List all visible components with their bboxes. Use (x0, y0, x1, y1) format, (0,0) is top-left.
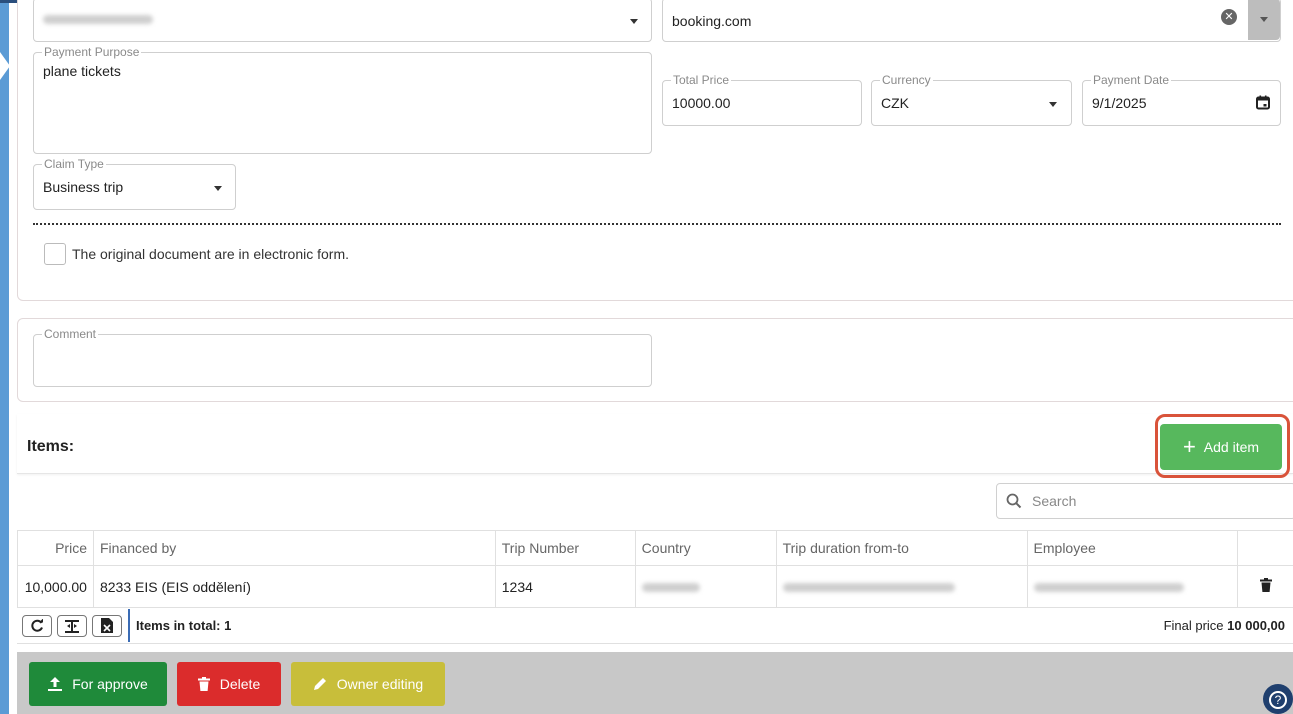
for-approve-label: For approve (72, 676, 148, 692)
final-price-label: Final price (1163, 618, 1224, 633)
cell-actions (1237, 565, 1293, 608)
column-header-employee[interactable]: Employee (1026, 530, 1238, 566)
electronic-form-label: The original document are in electronic … (72, 246, 350, 262)
payment-purpose-value: plane tickets (43, 63, 121, 79)
chevron-down-icon (630, 19, 638, 24)
column-chooser-button[interactable] (57, 615, 87, 637)
delete-label: Delete (219, 676, 261, 692)
supplier-select[interactable] (33, 0, 652, 42)
column-header-trip-duration[interactable]: Trip duration from-to (775, 530, 1028, 566)
claim-type-label: Claim Type (42, 157, 106, 171)
claim-type-value: Business trip (43, 179, 124, 195)
cell-price: 10,000.00 (17, 565, 94, 608)
pencil-icon (313, 678, 326, 690)
total-price-value: 10000.00 (672, 95, 731, 111)
items-header: Items: (17, 414, 1293, 474)
country-value-blurred (641, 582, 700, 592)
final-price-value: 10 000,00 (1227, 618, 1285, 633)
refresh-button[interactable] (22, 615, 52, 637)
electronic-form-checkbox[interactable] (44, 243, 66, 265)
help-button[interactable]: ? (1263, 684, 1293, 714)
table-header-row: Price Financed by Trip Number Country Tr… (17, 530, 1293, 566)
chevron-down-icon (1260, 17, 1268, 22)
column-header-price[interactable]: Price (17, 530, 94, 566)
payment-date-label: Payment Date (1091, 73, 1172, 87)
vendor-value: booking.com (672, 13, 752, 29)
items-total-text: Items in total: 1 (136, 618, 232, 633)
column-header-trip-number[interactable]: Trip Number (494, 530, 636, 566)
excel-export-icon (101, 618, 113, 633)
cell-trip-number: 1234 (494, 565, 636, 608)
action-bar: For approve Delete Owner editing (17, 652, 1293, 714)
employee-value-blurred (1033, 582, 1184, 592)
cell-financed-by: 8233 EIS (EIS oddělení) (92, 565, 496, 608)
payment-purpose-field[interactable]: Payment Purpose plane tickets (33, 46, 652, 154)
comment-field[interactable]: Comment (33, 328, 652, 387)
cell-trip-duration (775, 565, 1028, 608)
currency-label: Currency (880, 73, 933, 87)
chevron-down-icon (1049, 102, 1057, 107)
add-item-button[interactable]: + Add item (1160, 424, 1282, 470)
items-table: Price Financed by Trip Number Country Tr… (17, 530, 1293, 608)
section-divider (33, 223, 1281, 225)
owner-editing-button[interactable]: Owner editing (291, 662, 445, 706)
supplier-value-blurred (43, 15, 153, 24)
final-price: Final price 10 000,00 (1164, 618, 1285, 633)
search-box[interactable] (996, 483, 1293, 519)
payment-date-value: 9/1/2025 (1092, 95, 1147, 111)
excel-export-button[interactable] (92, 615, 122, 637)
currency-select[interactable]: Currency CZK (871, 74, 1072, 126)
cell-employee (1026, 565, 1238, 608)
help-icon: ? (1269, 691, 1287, 709)
trash-icon (197, 677, 210, 691)
footer-divider (128, 609, 130, 642)
refresh-icon (31, 618, 43, 632)
left-notch (0, 52, 10, 80)
delete-button[interactable]: Delete (177, 662, 281, 706)
comment-label: Comment (42, 327, 99, 341)
cell-country (634, 565, 777, 608)
trash-icon[interactable] (1259, 578, 1272, 592)
chevron-down-icon (214, 186, 222, 191)
left-accent-strip (0, 0, 9, 714)
column-header-country[interactable]: Country (634, 530, 777, 566)
owner-editing-label: Owner editing (336, 676, 424, 692)
upload-icon (48, 677, 63, 691)
payment-date-field[interactable]: Payment Date 9/1/2025 (1082, 74, 1281, 126)
items-title: Items: (27, 438, 75, 455)
calendar-icon[interactable] (1256, 95, 1270, 110)
add-item-label: Add item (1203, 439, 1260, 455)
for-approve-button[interactable]: For approve (29, 662, 167, 706)
payment-purpose-label: Payment Purpose (42, 45, 142, 59)
total-price-label: Total Price (671, 73, 732, 87)
column-header-financed-by[interactable]: Financed by (92, 530, 496, 566)
claim-type-select[interactable]: Claim Type Business trip (33, 158, 236, 210)
table-footer: Items in total: 1 Final price 10 000,00 (17, 607, 1293, 644)
total-price-field[interactable]: Total Price 10000.00 (662, 74, 862, 126)
table-row[interactable]: 10,000.00 8233 EIS (EIS oddělení) 1234 (17, 565, 1293, 608)
vendor-dropdown-button[interactable] (1248, 0, 1280, 40)
column-chooser-icon (65, 620, 79, 633)
duration-value-blurred (782, 582, 955, 592)
plus-icon: + (1182, 434, 1196, 459)
vendor-field[interactable]: booking.com ✕ (662, 0, 1281, 42)
search-input[interactable] (1030, 488, 1280, 514)
currency-value: CZK (881, 95, 909, 111)
clear-icon[interactable]: ✕ (1221, 9, 1237, 25)
search-icon (1006, 493, 1022, 509)
column-header-actions (1237, 530, 1293, 566)
